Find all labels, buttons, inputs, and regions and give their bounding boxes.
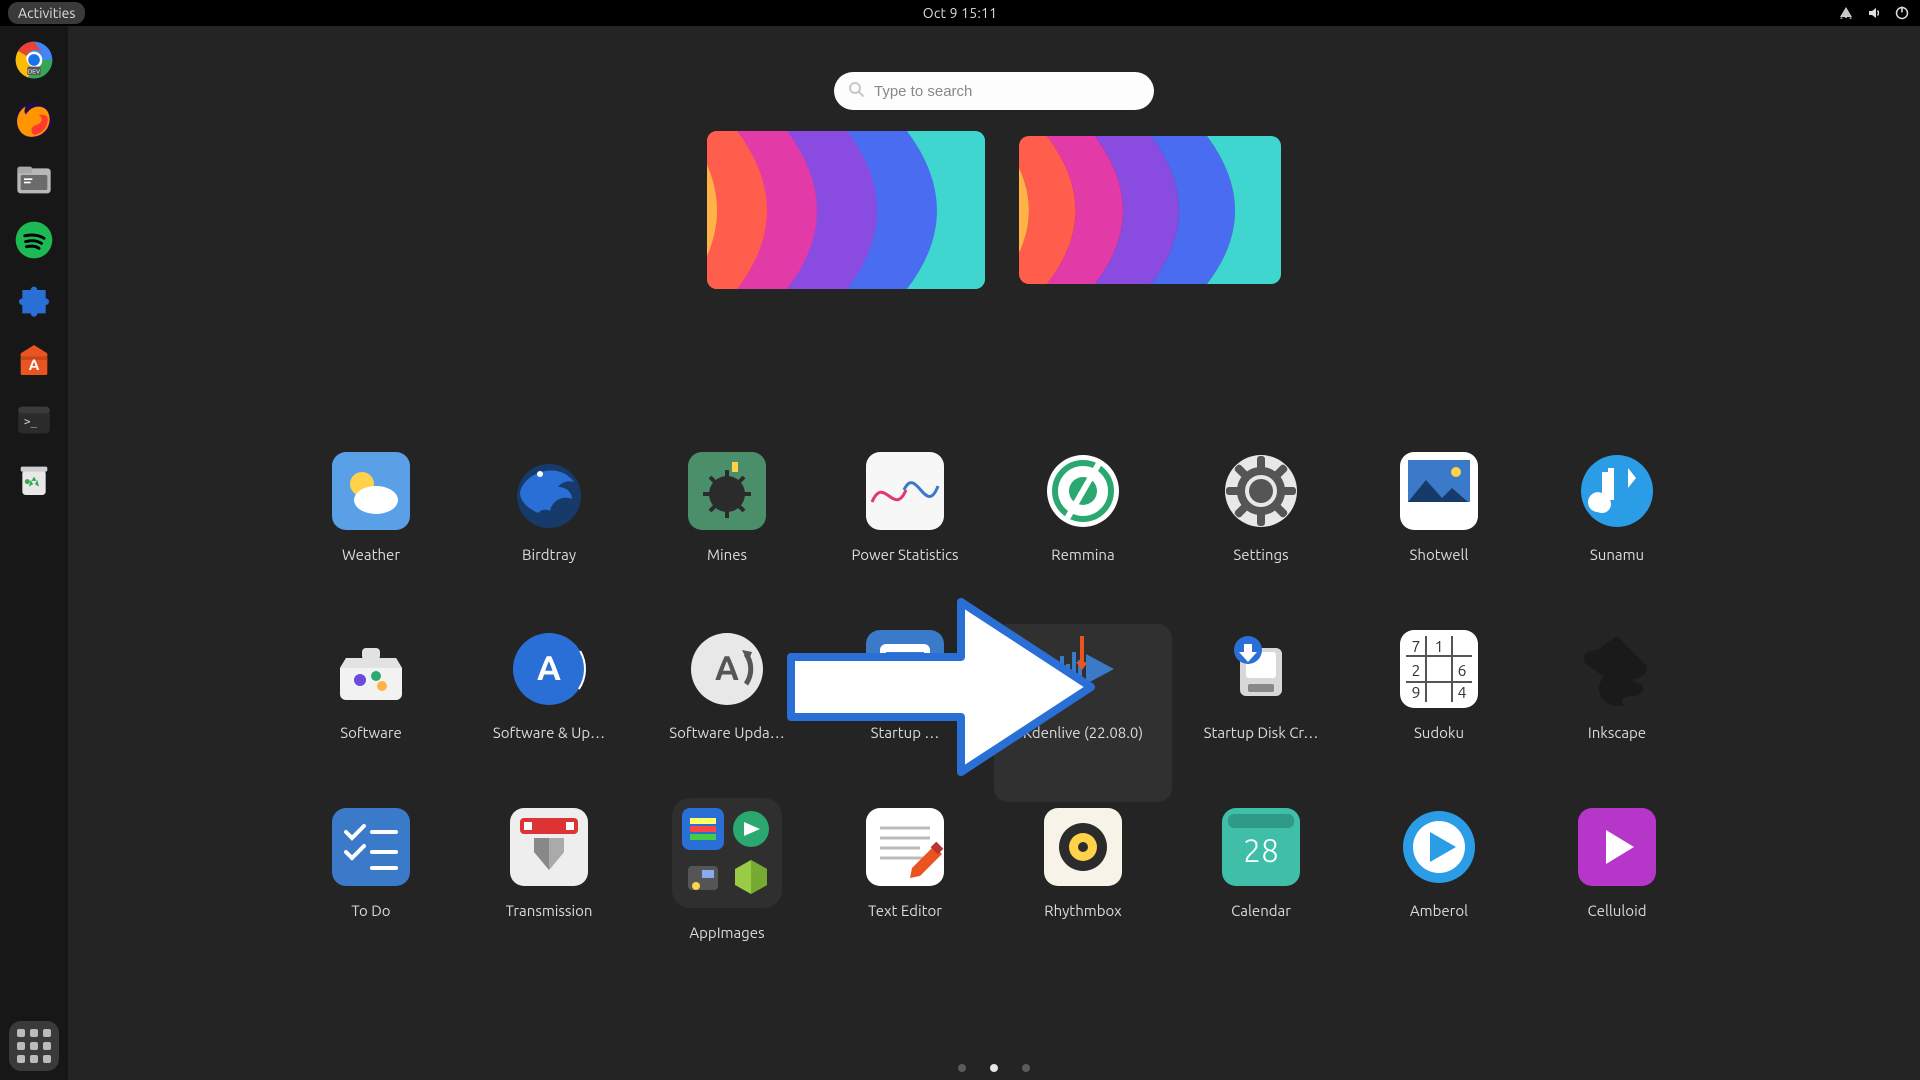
dock-ubuntu-software[interactable]: A [14, 340, 54, 380]
app-label: Power Statistics [851, 546, 958, 563]
app-label: Amberol [1410, 902, 1468, 919]
app-rhythmbox[interactable]: Rhythmbox [994, 802, 1172, 980]
app-folder-appimages[interactable]: AppImages [638, 802, 816, 980]
show-apps-button[interactable] [9, 1021, 59, 1071]
svg-text:7: 7 [1411, 638, 1420, 656]
page-dot-2[interactable] [990, 1064, 998, 1072]
svg-text:A: A [29, 356, 40, 373]
app-software-updates[interactable]: A Software & Up… [460, 624, 638, 802]
app-label: Mines [707, 546, 747, 563]
app-label: Kdenlive (22.08.0) [1023, 724, 1143, 741]
app-label: Calendar [1231, 902, 1291, 919]
page-indicator [958, 1064, 1030, 1072]
activities-button[interactable]: Activities [8, 2, 85, 24]
calendar-day: 28 [1243, 833, 1279, 869]
app-software-updater[interactable]: A Software Upda… [638, 624, 816, 802]
app-startup-applications[interactable]: Startup … [816, 624, 994, 802]
app-mines[interactable]: Mines [638, 446, 816, 624]
app-sunamu[interactable]: Sunamu [1528, 446, 1706, 624]
app-label: Startup Disk Cr… [1204, 724, 1319, 741]
power-icon[interactable] [1894, 5, 1910, 21]
app-sudoku[interactable]: 712 6 9 4 Sudoku [1350, 624, 1528, 802]
app-label: Settings [1233, 546, 1288, 563]
dock-trash[interactable] [14, 460, 54, 500]
dock-chrome-dev[interactable]: DEV [14, 40, 54, 80]
svg-text:A: A [715, 649, 739, 687]
system-tray[interactable] [1838, 0, 1910, 26]
app-label: Text Editor [868, 902, 942, 919]
svg-text:9: 9 [1411, 684, 1420, 702]
app-grid: Weather Birdtray Mines Power Statistics … [282, 446, 1706, 980]
app-label: Software [340, 724, 402, 741]
app-birdtray[interactable]: Birdtray [460, 446, 638, 624]
app-label: Sudoku [1414, 724, 1464, 741]
app-label: Transmission [506, 902, 593, 919]
page-dot-1[interactable] [958, 1064, 966, 1072]
app-label: Rhythmbox [1044, 902, 1121, 919]
overview: Weather Birdtray Mines Power Statistics … [68, 26, 1920, 1080]
app-celluloid[interactable]: Celluloid [1528, 802, 1706, 980]
app-calendar[interactable]: 28 Calendar [1172, 802, 1350, 980]
svg-text:>_: >_ [24, 415, 38, 428]
dock-puzzle-extension[interactable] [14, 280, 54, 320]
app-power-statistics[interactable]: Power Statistics [816, 446, 994, 624]
search-icon [848, 81, 864, 101]
app-label: To Do [351, 902, 390, 919]
app-label: Weather [342, 546, 400, 563]
workspace-switcher [707, 131, 1281, 289]
app-weather[interactable]: Weather [282, 446, 460, 624]
app-label: Remmina [1051, 546, 1114, 563]
app-startup-disk-creator[interactable]: Startup Disk Cr… [1172, 624, 1350, 802]
app-software[interactable]: Software [282, 624, 460, 802]
app-label: Shotwell [1410, 546, 1469, 563]
app-inkscape[interactable]: Inkscape [1528, 624, 1706, 802]
dock-files[interactable] [14, 160, 54, 200]
app-label: Birdtray [522, 546, 576, 563]
workspace-thumb-1[interactable] [707, 131, 985, 289]
app-label: Startup … [871, 724, 940, 741]
app-transmission[interactable]: Transmission [460, 802, 638, 980]
search-input[interactable] [872, 82, 1140, 101]
svg-text:A: A [537, 649, 561, 687]
app-remmina[interactable]: Remmina [994, 446, 1172, 624]
dock: DEV A >_ [0, 26, 68, 1080]
workspace-thumb-2[interactable] [1019, 136, 1281, 284]
app-label: AppImages [689, 924, 764, 941]
svg-text:2: 2 [1411, 662, 1420, 680]
app-amberol[interactable]: Amberol [1350, 802, 1528, 980]
app-text-editor[interactable]: Text Editor [816, 802, 994, 980]
dock-spotify[interactable] [14, 220, 54, 260]
app-label: Sunamu [1590, 546, 1644, 563]
app-label: Inkscape [1588, 724, 1646, 741]
search-input-container[interactable] [834, 72, 1154, 110]
svg-text:1: 1 [1434, 638, 1443, 656]
app-label: Software & Up… [493, 724, 605, 741]
volume-icon[interactable] [1866, 5, 1882, 21]
app-label: Software Upda… [669, 724, 784, 741]
network-icon[interactable] [1838, 5, 1854, 21]
clock[interactable]: Oct 9 15:11 [923, 5, 997, 21]
app-label: Celluloid [1587, 902, 1646, 919]
top-bar: Activities Oct 9 15:11 [0, 0, 1920, 26]
svg-text:4: 4 [1457, 684, 1466, 702]
svg-text:DEV: DEV [28, 69, 40, 75]
app-to-do[interactable]: To Do [282, 802, 460, 980]
app-kdenlive[interactable]: Kdenlive (22.08.0) [994, 624, 1172, 802]
dock-terminal[interactable]: >_ [14, 400, 54, 440]
grid-icon [17, 1029, 51, 1063]
svg-text:6: 6 [1457, 662, 1466, 680]
page-dot-3[interactable] [1022, 1064, 1030, 1072]
dock-firefox[interactable] [14, 100, 54, 140]
app-settings[interactable]: Settings [1172, 446, 1350, 624]
app-shotwell[interactable]: Shotwell [1350, 446, 1528, 624]
activities-label: Activities [18, 5, 75, 21]
